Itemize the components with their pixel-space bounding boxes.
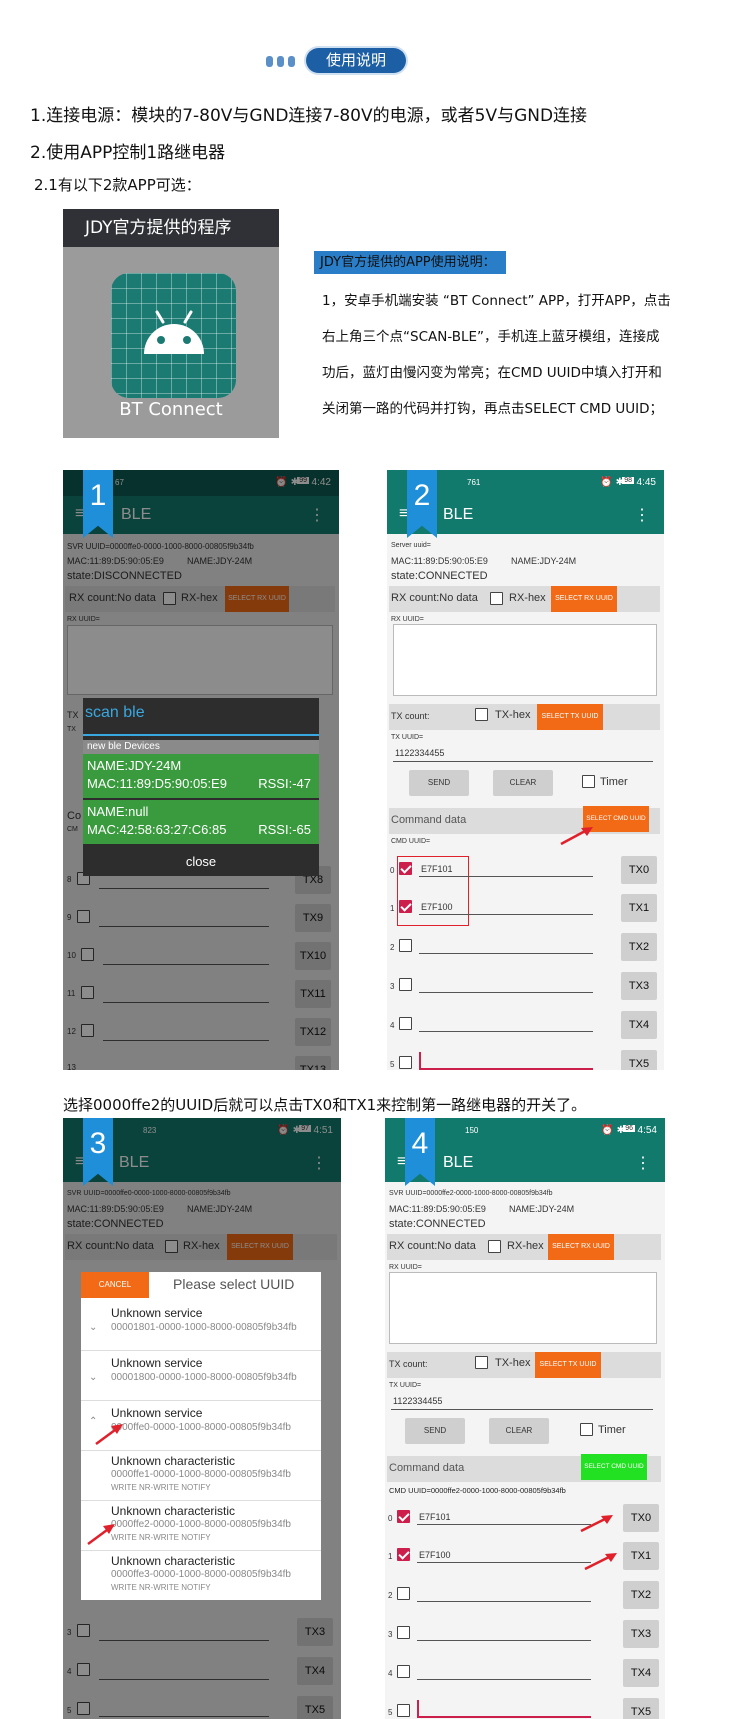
arrow-icon xyxy=(580,1515,613,1533)
intro-line-1: 1.连接电源：模块的7-80V与GND连接7-80V的电源，或者5V与GND连接 xyxy=(30,106,588,126)
instructions-line: 功后，蓝灯由慢闪变为常亮；在CMD UUID中填入打开和 xyxy=(322,365,662,381)
arrow-icon xyxy=(87,1524,115,1546)
select-tx-uuid-button[interactable]: SELECT TX UUID xyxy=(535,1352,601,1378)
cmd-row-checkbox[interactable] xyxy=(399,900,412,913)
scan-ble-dialog: scan ble new ble Devices NAME:JDY-24M MA… xyxy=(83,698,319,876)
cmd-row-checkbox[interactable] xyxy=(397,1510,410,1523)
cmd-row-checkbox[interactable] xyxy=(397,1626,410,1639)
tx-input: 1122334455 xyxy=(393,1396,443,1406)
uuid-list-item[interactable]: ⌄ Unknown service 00001800-0000-1000-800… xyxy=(81,1352,321,1401)
section-title: 使用说明 xyxy=(306,48,406,73)
tx0-button[interactable]: TX0 xyxy=(621,856,657,884)
uuid-list-item[interactable]: ⌄ Unknown service 00001801-0000-1000-800… xyxy=(81,1302,321,1351)
tx2-button[interactable]: TX2 xyxy=(623,1581,659,1609)
uuid-list-item[interactable]: Unknown characteristic 0000ffe3-0000-100… xyxy=(81,1552,321,1600)
tx3-button[interactable]: TX3 xyxy=(623,1620,659,1648)
timer-checkbox[interactable] xyxy=(580,1423,593,1436)
uuid-list-item[interactable]: Unknown characteristic 0000ffe1-0000-100… xyxy=(81,1452,321,1501)
close-button[interactable]: close xyxy=(83,848,319,876)
screenshot-3: 823 ⏰ ✱ 97 4:51 ≡ BLE ⋮ SVR UUID=0000ffe… xyxy=(63,1118,341,1719)
cmd-row-checkbox[interactable] xyxy=(399,862,412,875)
alarm-icon: ⏰ ✱ xyxy=(600,477,624,488)
instructions-line: 右上角三个点“SCAN-BLE”，手机连上蓝牙模组，连接成 xyxy=(322,329,660,345)
uuid-list-item[interactable]: Unknown characteristic 0000ffe2-0000-100… xyxy=(81,1502,321,1551)
app-card: BT Connect xyxy=(63,247,279,438)
cmd-row-checkbox[interactable] xyxy=(399,978,412,991)
arrow-icon xyxy=(95,1424,123,1446)
middle-caption: 选择0000ffe2的UUID后就可以点击TX0和TX1来控制第一路继电器的开关… xyxy=(63,1096,587,1114)
tx4-button[interactable]: TX4 xyxy=(623,1659,659,1687)
rx-hex-checkbox[interactable] xyxy=(488,1240,501,1253)
app-card-title: JDY官方提供的程序 xyxy=(63,209,279,247)
device-item[interactable]: NAME:null MAC:42:58:63:27:C6:85 RSSI:-65 xyxy=(83,800,319,844)
overflow-menu-icon[interactable]: ⋮ xyxy=(635,1153,651,1173)
header-dots xyxy=(266,56,295,67)
arrow-icon xyxy=(560,827,593,846)
overflow-menu-icon[interactable]: ⋮ xyxy=(634,505,650,525)
select-rx-uuid-button[interactable]: SELECT RX UUID xyxy=(551,586,617,612)
instructions-line: 1，安卓手机端安装 “BT Connect” APP，打开APP，点击 xyxy=(322,293,671,309)
app-name: BT Connect xyxy=(119,399,223,420)
cmd-row-checkbox[interactable] xyxy=(397,1587,410,1600)
select-tx-uuid-button[interactable]: SELECT TX UUID xyxy=(537,704,603,730)
bt-connect-app-icon xyxy=(111,273,236,398)
send-button[interactable]: SEND xyxy=(405,1418,465,1444)
screenshot-1: 67 ⏰ ✱ 99 4:42 ≡ BLE ⋮ SVR UUID=0000ffe0… xyxy=(63,470,339,1070)
tx1-button[interactable]: TX1 xyxy=(621,894,657,922)
select-rx-uuid-button[interactable]: SELECT RX UUID xyxy=(548,1234,614,1260)
tx2-button[interactable]: TX2 xyxy=(621,933,657,961)
cmd-row-checkbox[interactable] xyxy=(397,1704,410,1717)
tx1-button[interactable]: TX1 xyxy=(623,1542,659,1570)
cmd-row-checkbox[interactable] xyxy=(397,1548,410,1561)
menu-icon: ≡ xyxy=(397,1153,407,1170)
cmd-row-checkbox[interactable] xyxy=(399,1017,412,1030)
chevron-down-icon: ⌄ xyxy=(89,1372,98,1383)
clear-button[interactable]: CLEAR xyxy=(489,1418,549,1444)
tx-hex-checkbox[interactable] xyxy=(475,708,488,721)
screenshot-2: 761 ⏰ ✱ 98 4:45 ≡ BLE ⋮ 2 Server uuid= M… xyxy=(387,470,664,1070)
instructions-line: 关闭第一路的代码并打钩，再点击SELECT CMD UUID； xyxy=(322,401,664,417)
chevron-down-icon: ⌄ xyxy=(89,1322,98,1333)
send-button[interactable]: SEND xyxy=(409,770,469,796)
tx-hex-checkbox[interactable] xyxy=(475,1356,488,1369)
select-cmd-uuid-button[interactable]: SELECT CMD UUID xyxy=(581,1454,647,1480)
cmd-row-checkbox[interactable] xyxy=(399,939,412,952)
menu-icon: ≡ xyxy=(399,505,409,522)
alarm-icon: ⏰ ✱ xyxy=(601,1125,625,1136)
android-icon xyxy=(144,310,204,354)
cmd-row-checkbox[interactable] xyxy=(399,1056,412,1069)
intro-line-3: 2.1有以下2款APP可选： xyxy=(34,176,201,194)
tx5-button[interactable]: TX5 xyxy=(621,1050,657,1070)
tx5-button[interactable]: TX5 xyxy=(623,1698,659,1719)
tx-input: 1122334455 xyxy=(395,748,445,758)
select-uuid-dialog: CANCEL Please select UUID ⌄ Unknown serv… xyxy=(81,1272,321,1600)
device-item[interactable]: NAME:JDY-24M MAC:11:89:D5:90:05:E9 RSSI:… xyxy=(83,754,319,798)
instructions-title: JDY官方提供的APP使用说明： xyxy=(314,251,506,274)
arrow-icon xyxy=(584,1553,617,1571)
timer-checkbox[interactable] xyxy=(582,775,595,788)
cmd-row-checkbox[interactable] xyxy=(397,1665,410,1678)
tx0-button[interactable]: TX0 xyxy=(623,1504,659,1532)
rx-hex-checkbox[interactable] xyxy=(490,592,503,605)
tx3-button[interactable]: TX3 xyxy=(621,972,657,1000)
cancel-button[interactable]: CANCEL xyxy=(81,1272,149,1298)
screenshot-4: 150 ⏰ ✱ 96 4:54 ≡ BLE ⋮ 4 SVR UUID=0000f… xyxy=(385,1118,665,1719)
intro-line-2: 2.使用APP控制1路继电器 xyxy=(30,143,226,163)
tx4-button[interactable]: TX4 xyxy=(621,1011,657,1039)
clear-button[interactable]: CLEAR xyxy=(493,770,553,796)
